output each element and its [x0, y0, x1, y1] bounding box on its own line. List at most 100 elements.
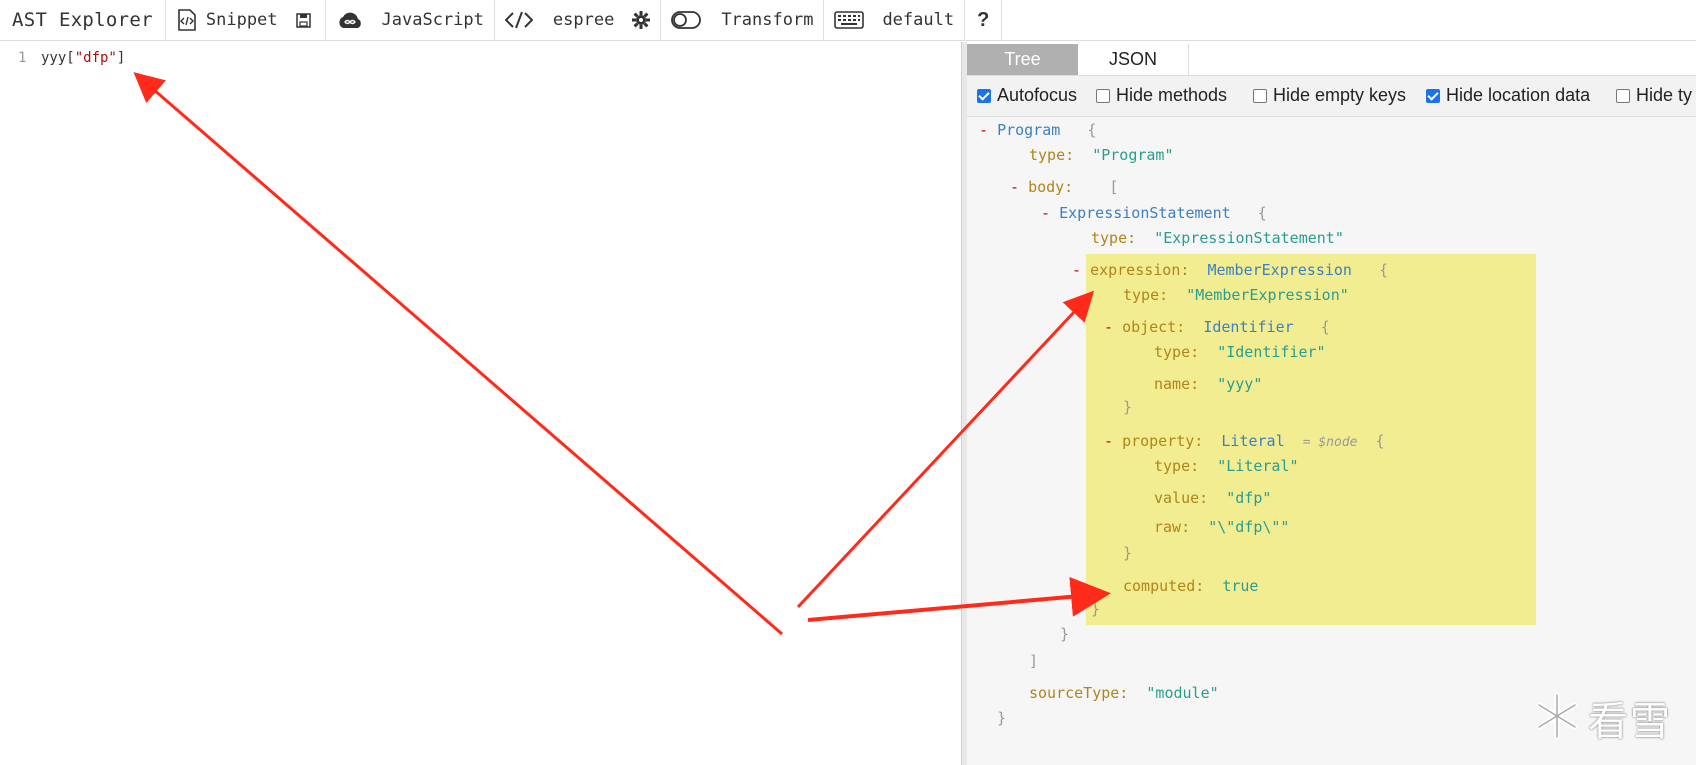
prop-value: "yyy" [1217, 375, 1263, 393]
option-autofocus[interactable]: Autofocus [977, 85, 1077, 106]
line-number: 1 [18, 50, 27, 66]
option-label: Autofocus [997, 85, 1078, 105]
collapse-icon[interactable]: - [1104, 318, 1113, 336]
language-label: JavaScript [381, 10, 484, 30]
watermark: 看雪 [1532, 688, 1682, 748]
node-type: ExpressionStatement [1059, 204, 1231, 222]
collapse-icon[interactable]: - [1010, 178, 1019, 196]
parser-label: espree [552, 10, 615, 30]
prop-body[interactable]: - body: [ [1010, 178, 1118, 196]
toolbar: AST Explorer Snippet JavaScript espree T… [0, 0, 1696, 41]
option-hide-methods[interactable]: Hide methods [1096, 85, 1227, 106]
prop-type: type: "Identifier" [1154, 343, 1326, 361]
node-type: Literal [1221, 432, 1285, 450]
app-title-text: AST Explorer [12, 9, 153, 31]
prop-raw: raw: "\"dfp\"" [1154, 518, 1289, 536]
brace: { [1379, 261, 1389, 279]
node-type: Program [997, 121, 1061, 139]
keymap-label: default [882, 10, 955, 30]
view-tabs: Tree JSON [967, 42, 1696, 76]
prop-key: type: [1154, 457, 1200, 475]
keymap-button[interactable]: default [823, 0, 964, 41]
prop-value: "Literal" [1217, 457, 1299, 475]
cloud-icon [336, 10, 364, 30]
prop-key: value: [1154, 489, 1209, 507]
save-icon[interactable] [295, 12, 311, 28]
brace: { [1320, 318, 1330, 336]
toggle-icon [671, 11, 702, 29]
tree-options: Autofocus Hide methods Hide empty keys H… [967, 76, 1696, 117]
brace: } [1091, 600, 1101, 618]
code-icon [504, 11, 533, 29]
brace: } [1060, 625, 1070, 643]
brace: { [1375, 432, 1385, 450]
snowflake-icon [1532, 691, 1582, 745]
node-program[interactable]: - Program { [979, 121, 1096, 139]
prop-key: sourceType: [1029, 684, 1129, 702]
hide-location-data-checkbox[interactable] [1426, 88, 1440, 103]
prop-key: body: [1028, 178, 1074, 196]
code-identifier: yyy[ [41, 50, 75, 66]
prop-value: "module" [1146, 684, 1219, 702]
autofocus-checkbox[interactable] [977, 88, 991, 103]
prop-value: "\"dfp\"" [1208, 518, 1290, 536]
help-button[interactable]: ? [964, 0, 1003, 41]
code-bracket: ] [116, 50, 126, 66]
prop-object[interactable]: - object: Identifier { [1104, 318, 1330, 336]
option-label: Hide ty [1636, 85, 1693, 105]
option-hide-location-data[interactable]: Hide location data [1426, 85, 1590, 106]
prop-key: type: [1154, 343, 1200, 361]
code-editor[interactable] [0, 42, 961, 765]
prop-value: true [1222, 577, 1259, 595]
prop-computed: computed: true [1123, 577, 1258, 595]
file-code-icon [178, 9, 196, 31]
bracket: ] [1029, 652, 1039, 670]
code-string: "dfp" [74, 50, 117, 66]
brace: { [1087, 121, 1097, 139]
prop-value: "MemberExpression" [1186, 286, 1349, 304]
collapse-icon[interactable]: - [979, 121, 988, 139]
prop-key: type: [1091, 229, 1137, 247]
parser-button[interactable]: espree [493, 0, 660, 41]
prop-expression[interactable]: - expression: MemberExpression { [1072, 261, 1388, 279]
transform-label: Transform [721, 10, 814, 30]
language-button[interactable]: JavaScript [324, 0, 494, 41]
gear-icon[interactable] [632, 11, 651, 29]
option-label: Hide methods [1116, 85, 1228, 105]
collapse-icon[interactable]: - [1072, 261, 1081, 279]
prop-value: "ExpressionStatement" [1154, 229, 1344, 247]
prop-type: type: "Literal" [1154, 457, 1299, 475]
prop-type: type: "Program" [1029, 146, 1174, 164]
prop-value: value: "dfp" [1154, 489, 1271, 507]
hide-types-checkbox[interactable] [1616, 88, 1630, 103]
app-title[interactable]: AST Explorer [0, 0, 165, 41]
transform-button[interactable]: Transform [660, 0, 823, 41]
keyboard-icon [834, 11, 865, 29]
bracket: [ [1109, 178, 1119, 196]
hide-methods-checkbox[interactable] [1096, 88, 1110, 103]
help-icon: ? [977, 8, 990, 31]
brace: } [1123, 398, 1133, 416]
node-type: Identifier [1203, 318, 1294, 336]
collapse-icon[interactable]: - [1104, 432, 1113, 450]
watermark-text: 看雪 [1588, 699, 1672, 745]
tab-tree[interactable]: Tree [967, 44, 1078, 75]
node-type: MemberExpression [1207, 261, 1352, 279]
prop-key: type: [1123, 286, 1169, 304]
node-expression-statement[interactable]: - ExpressionStatement { [1041, 204, 1267, 222]
prop-key: object: [1122, 318, 1186, 336]
prop-value: "Identifier" [1217, 343, 1326, 361]
option-hide-types[interactable]: Hide ty [1616, 85, 1692, 106]
tab-json[interactable]: JSON [1078, 44, 1189, 75]
prop-key: type: [1029, 146, 1075, 164]
snippet-button[interactable]: Snippet [164, 0, 325, 41]
hide-empty-keys-checkbox[interactable] [1253, 88, 1267, 103]
option-hide-empty-keys[interactable]: Hide empty keys [1253, 85, 1406, 106]
collapse-icon[interactable]: - [1041, 204, 1050, 222]
brace: { [1257, 204, 1267, 222]
code-line[interactable]: yyy["dfp"] [41, 50, 125, 66]
prop-key: name: [1154, 375, 1200, 393]
prop-source-type: sourceType: "module" [1029, 684, 1219, 702]
prop-type: type: "ExpressionStatement" [1091, 229, 1344, 247]
prop-property[interactable]: - property: Literal = $node { [1104, 432, 1385, 450]
